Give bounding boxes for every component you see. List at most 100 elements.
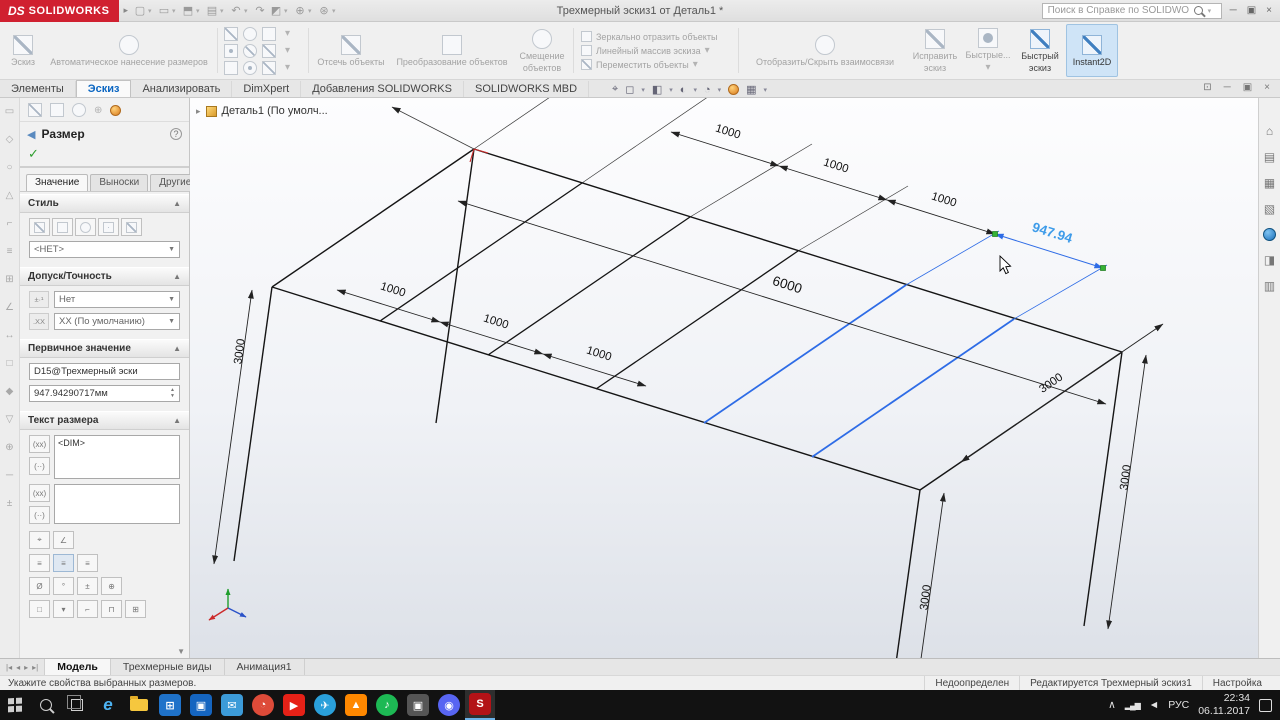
- style-load-button[interactable]: [121, 218, 142, 236]
- move-entities-button[interactable]: Переместить объекты ▾: [581, 59, 735, 70]
- featuremanager-tab-icon[interactable]: [50, 103, 64, 117]
- taskbar-app-mail[interactable]: ✉: [217, 690, 247, 720]
- chevron-down-icon[interactable]: ▾: [284, 7, 292, 15]
- spline-tool-icon[interactable]: [261, 43, 276, 58]
- help-search-input[interactable]: Поиск в Справке по SOLIDWORKS ▾: [1041, 2, 1222, 19]
- rectangle-tool-icon[interactable]: [261, 26, 276, 41]
- new-document-icon[interactable]: ▢: [132, 3, 148, 19]
- doc-close-icon[interactable]: ×: [1264, 82, 1270, 93]
- tool-icon[interactable]: ⌐: [7, 218, 13, 229]
- save-icon[interactable]: ⬒: [180, 3, 196, 19]
- overall-dimension-line[interactable]: [457, 200, 1107, 405]
- chevron-down-icon[interactable]: ▾: [285, 28, 290, 39]
- options-gear-icon[interactable]: ⊛: [316, 3, 332, 19]
- task-view-button[interactable]: [62, 690, 92, 720]
- doc-minimize-icon[interactable]: ⊡: [1203, 82, 1211, 93]
- mirror-entities-button[interactable]: Зеркально отразить объекты: [581, 31, 735, 42]
- tab-evaluate[interactable]: Анализировать: [131, 81, 233, 97]
- instant2d-button[interactable]: Instant2D: [1066, 24, 1118, 77]
- chevron-down-icon[interactable]: ▾: [1208, 7, 1216, 15]
- chevron-down-icon[interactable]: ▾: [669, 86, 673, 94]
- taskbar-app-chrome[interactable]: ◔: [248, 690, 278, 720]
- tab-sketch[interactable]: Эскиз: [75, 80, 132, 97]
- line-tool-icon[interactable]: [223, 26, 238, 41]
- taskbar-app-edge[interactable]: e: [93, 690, 123, 720]
- degree-symbol-button[interactable]: °: [53, 577, 74, 595]
- tool-icon[interactable]: △: [6, 190, 14, 201]
- maximize-button[interactable]: ▣: [1247, 5, 1256, 16]
- trim-entities-button[interactable]: Отсечь объекты: [312, 24, 390, 77]
- justify-right-button[interactable]: ≡: [77, 554, 98, 572]
- circle-tool-icon[interactable]: [242, 26, 257, 41]
- open-document-icon[interactable]: ▭: [156, 3, 172, 19]
- repair-sketch-button[interactable]: Исправить эскиз: [908, 24, 962, 77]
- scroll-left-icon[interactable]: ◂: [16, 663, 20, 672]
- sketch-canvas[interactable]: 1000 1000 1000 947.94 1000 1000 1000 600…: [190, 98, 1258, 658]
- dimension-note-box[interactable]: [54, 484, 180, 524]
- tray-expand-icon[interactable]: ∧: [1108, 699, 1116, 711]
- arc-tool-icon[interactable]: [242, 43, 257, 58]
- style-default-button[interactable]: [29, 218, 50, 236]
- search-icon[interactable]: [1193, 6, 1203, 15]
- offset-entities-button[interactable]: Смещение объектов: [514, 24, 570, 77]
- square-symbol-button[interactable]: □: [29, 600, 50, 618]
- scroll-last-icon[interactable]: ▸|: [32, 663, 38, 672]
- style-add-button[interactable]: [52, 218, 73, 236]
- chevron-down-icon[interactable]: ▾: [172, 7, 180, 15]
- tool-icon[interactable]: □: [6, 358, 12, 369]
- add-symbol-button[interactable]: ⌖: [29, 531, 50, 549]
- redo-icon[interactable]: ↷: [252, 3, 268, 19]
- selected-dimension[interactable]: [905, 230, 1108, 320]
- network-icon[interactable]: ▂▄▆: [1125, 701, 1141, 710]
- value-tab[interactable]: Значение: [26, 174, 89, 191]
- taskbar-app-telegram[interactable]: ✈: [310, 690, 340, 720]
- taskbar-clock[interactable]: 22:34 06.11.2017: [1198, 692, 1250, 718]
- file-explorer-icon[interactable]: ▧: [1264, 202, 1275, 216]
- leg-dimension-lines[interactable]: [212, 289, 1148, 658]
- chevron-down-icon[interactable]: ▾: [693, 59, 698, 70]
- ok-checkmark-icon[interactable]: ✓: [28, 146, 39, 161]
- tool-icon[interactable]: ◇: [6, 134, 14, 145]
- custom-properties-icon[interactable]: ▥: [1264, 279, 1275, 293]
- primary-value-section-header[interactable]: Первичное значение ▲: [20, 339, 189, 358]
- tolerance-section-header[interactable]: Допуск/Точность ▲: [20, 267, 189, 286]
- tool-icon[interactable]: ◆: [6, 386, 14, 397]
- tool-icon[interactable]: ±: [7, 498, 13, 509]
- point-tool-icon[interactable]: [223, 43, 238, 58]
- appearances-pane-icon[interactable]: ◨: [1264, 253, 1275, 267]
- edge-dimension-line[interactable]: [960, 323, 1164, 463]
- scene-icon[interactable]: ▦: [746, 83, 756, 96]
- undo-icon[interactable]: ↶: [228, 3, 244, 19]
- chevron-down-icon[interactable]: ▾: [693, 86, 697, 94]
- dimension-text-section-header[interactable]: Текст размера ▲: [20, 411, 189, 430]
- linear-pattern-button[interactable]: Линейный массив эскиза ▾: [581, 45, 735, 56]
- resources-folder-icon[interactable]: ▤: [1264, 150, 1275, 164]
- tab-dimxpert[interactable]: DimXpert: [232, 81, 302, 97]
- taskbar-app-vlc[interactable]: ▲: [341, 690, 371, 720]
- menu-expand-icon[interactable]: ▸: [123, 5, 128, 16]
- volume-icon[interactable]: ◄: [1149, 699, 1159, 711]
- precision-select[interactable]: XX (По умолчанию) ▼: [54, 313, 180, 330]
- zoom-fit-icon[interactable]: ⌖: [612, 83, 618, 96]
- dimtext-above-button[interactable]: (xx): [29, 484, 50, 502]
- dimension-value-field[interactable]: 947.94290717мм ▲ ▼: [29, 385, 180, 402]
- chevron-down-icon[interactable]: ▾: [764, 86, 768, 94]
- chevron-down-icon[interactable]: ▾: [308, 7, 316, 15]
- tab-scroll-buttons[interactable]: |◂ ◂ ▸ ▸|: [0, 659, 46, 675]
- panel-scroll-down-icon[interactable]: ▼: [177, 647, 185, 656]
- tool-icon[interactable]: ∠: [5, 302, 14, 313]
- convert-entities-button[interactable]: Преобразование объектов: [390, 24, 514, 77]
- display-style-icon[interactable]: ◐: [680, 84, 687, 96]
- chevron-down-icon[interactable]: ▾: [244, 7, 252, 15]
- rebuild-icon[interactable]: ⊕: [292, 3, 308, 19]
- chevron-down-icon[interactable]: ▾: [196, 7, 204, 15]
- dimension-lines-left[interactable]: [336, 289, 647, 387]
- doc-maximize-icon[interactable]: ▣: [1243, 82, 1252, 93]
- taskbar-search-button[interactable]: [31, 690, 61, 720]
- animation-tab[interactable]: Анимация1: [225, 659, 305, 675]
- collapse-chevron-icon[interactable]: ▲: [173, 199, 181, 208]
- dimension-handle[interactable]: [1100, 265, 1106, 271]
- taskbar-app-discord[interactable]: ◉: [434, 690, 464, 720]
- value-spinner[interactable]: ▲ ▼: [170, 388, 175, 399]
- centerline-symbol-button[interactable]: ⊕: [101, 577, 122, 595]
